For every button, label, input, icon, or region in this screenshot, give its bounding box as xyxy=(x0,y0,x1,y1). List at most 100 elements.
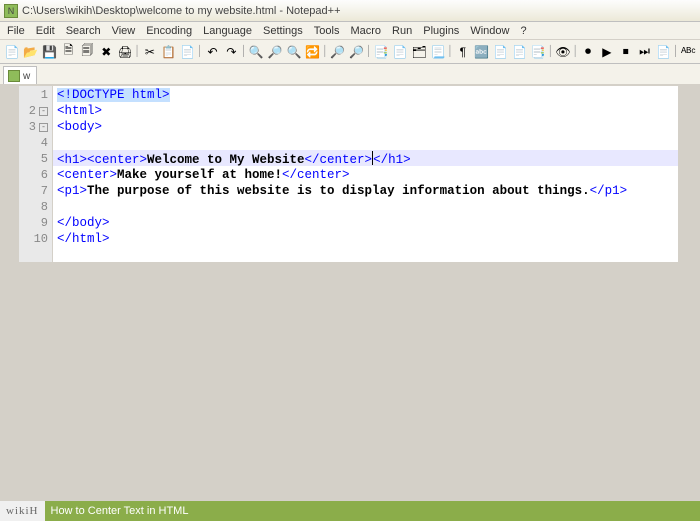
toolbar-button[interactable]: ▶ xyxy=(598,43,616,61)
toolbar-separator: │ xyxy=(135,43,140,61)
menu-item-settings[interactable]: Settings xyxy=(258,24,308,38)
toolbar-button[interactable]: 🔤 xyxy=(473,43,491,61)
menu-item-window[interactable]: Window xyxy=(465,24,514,38)
editor-panel: 12-3-45678910 <!DOCTYPE html><html><body… xyxy=(18,85,679,263)
footer-bar: wikiH How to Center Text in HTML xyxy=(0,501,700,521)
menu-item-plugins[interactable]: Plugins xyxy=(418,24,464,38)
file-icon xyxy=(8,70,20,82)
app-icon: N xyxy=(4,4,18,18)
toolbar-button[interactable]: 📄 xyxy=(655,43,673,61)
code-line[interactable]: <center>Make yourself at home!</center> xyxy=(57,167,674,183)
toolbar: 📄📂💾🗎🗐✖🖨│✂📋📄│↶↷│🔍🔎🔍🔁│🔎🔎│📑📄🗂📃│¶🔤📄📄📑│👁│⏺▶⏹⏭… xyxy=(0,40,700,64)
code-line[interactable]: <html> xyxy=(57,103,674,119)
code-line[interactable]: <p1>The purpose of this website is to di… xyxy=(57,183,674,199)
line-number: 3- xyxy=(19,119,48,135)
toolbar-separator: │ xyxy=(323,43,328,61)
tab-label: w xyxy=(23,71,30,82)
toolbar-button[interactable]: 📄 xyxy=(3,43,21,61)
toolbar-button[interactable]: ¶ xyxy=(454,43,472,61)
toolbar-button[interactable]: 🔎 xyxy=(266,43,284,61)
toolbar-button[interactable]: 📄 xyxy=(510,43,528,61)
code-token: <p1> xyxy=(57,184,87,198)
code-token: Welcome to My Website xyxy=(147,153,305,167)
tab-bar: w xyxy=(0,64,700,84)
code-line[interactable]: <!DOCTYPE html> xyxy=(57,87,674,103)
code-token: <center> xyxy=(57,168,117,182)
code-token: </h1> xyxy=(373,153,411,167)
toolbar-button[interactable]: 🗎 xyxy=(60,43,78,61)
work-area: 12-3-45678910 <!DOCTYPE html><html><body… xyxy=(0,84,700,501)
toolbar-button[interactable]: 🗂 xyxy=(410,43,428,61)
toolbar-button[interactable]: 📄 xyxy=(179,43,197,61)
toolbar-button[interactable]: 🔍 xyxy=(285,43,303,61)
line-number: 4 xyxy=(19,135,48,151)
menu-item-language[interactable]: Language xyxy=(198,24,257,38)
footer-brand: wikiH xyxy=(0,501,45,521)
menu-bar: FileEditSearchViewEncodingLanguageSettin… xyxy=(0,22,700,40)
code-token: The purpose of this website is to displa… xyxy=(87,184,590,198)
toolbar-button[interactable]: ⏺ xyxy=(579,43,597,61)
line-gutter: 12-3-45678910 xyxy=(19,86,53,262)
code-token: </center> xyxy=(305,153,373,167)
menu-item-file[interactable]: File xyxy=(2,24,30,38)
code-line[interactable] xyxy=(57,199,674,215)
window-title: C:\Users\wikih\Desktop\welcome to my web… xyxy=(22,5,341,17)
toolbar-button[interactable]: 🔍 xyxy=(247,43,265,61)
toolbar-separator: │ xyxy=(448,43,453,61)
toolbar-button[interactable]: ᴬᴮᶜ xyxy=(679,43,697,61)
toolbar-button[interactable]: 📋 xyxy=(160,43,178,61)
menu-item-edit[interactable]: Edit xyxy=(31,24,60,38)
menu-item-view[interactable]: View xyxy=(107,24,141,38)
toolbar-separator: │ xyxy=(241,43,246,61)
toolbar-button[interactable]: 📑 xyxy=(529,43,547,61)
toolbar-separator: │ xyxy=(548,43,553,61)
line-number: 8 xyxy=(19,199,48,215)
toolbar-separator: │ xyxy=(673,43,678,61)
file-tab[interactable]: w xyxy=(3,66,37,84)
menu-item-tools[interactable]: Tools xyxy=(309,24,345,38)
menu-item-search[interactable]: Search xyxy=(61,24,106,38)
toolbar-button[interactable]: 🔎 xyxy=(348,43,366,61)
toolbar-button[interactable]: 🔎 xyxy=(329,43,347,61)
code-line[interactable]: </html> xyxy=(57,231,674,247)
menu-item-run[interactable]: Run xyxy=(387,24,417,38)
code-token: Make yourself at home! xyxy=(117,168,282,182)
toolbar-button[interactable]: 📑 xyxy=(372,43,390,61)
toolbar-button[interactable]: 📄 xyxy=(391,43,409,61)
toolbar-button[interactable]: 🗐 xyxy=(78,43,96,61)
code-token: </center> xyxy=(282,168,350,182)
code-token: </html> xyxy=(57,232,110,246)
toolbar-button[interactable]: 💾 xyxy=(41,43,59,61)
toolbar-separator: │ xyxy=(366,43,371,61)
line-number: 1 xyxy=(19,87,48,103)
toolbar-button[interactable]: ↷ xyxy=(222,43,240,61)
code-token: </body> xyxy=(57,216,110,230)
toolbar-button[interactable]: ↶ xyxy=(204,43,222,61)
toolbar-button[interactable]: 👁 xyxy=(554,43,572,61)
code-area[interactable]: <!DOCTYPE html><html><body><h1><center>W… xyxy=(53,86,678,262)
menu-item-macro[interactable]: Macro xyxy=(345,24,386,38)
title-bar: N C:\Users\wikih\Desktop\welcome to my w… xyxy=(0,0,700,22)
toolbar-button[interactable]: ⏹ xyxy=(617,43,635,61)
line-number: 5 xyxy=(19,151,48,167)
code-token: <html> xyxy=(57,104,102,118)
code-line[interactable]: <body> xyxy=(57,119,674,135)
code-line[interactable]: </body> xyxy=(57,215,674,231)
code-line[interactable] xyxy=(57,135,674,151)
toolbar-button[interactable]: ⏭ xyxy=(636,43,654,61)
toolbar-button[interactable]: 🖨 xyxy=(116,43,134,61)
toolbar-button[interactable]: 📂 xyxy=(22,43,40,61)
fold-icon[interactable]: - xyxy=(39,123,48,132)
toolbar-button[interactable]: ✂ xyxy=(141,43,159,61)
code-token: <body> xyxy=(57,120,102,134)
toolbar-button[interactable]: 📃 xyxy=(429,43,447,61)
menu-item-encoding[interactable]: Encoding xyxy=(141,24,197,38)
line-number: 7 xyxy=(19,183,48,199)
toolbar-button[interactable]: 📄 xyxy=(492,43,510,61)
highlight-box: 12-3-45678910 <!DOCTYPE html><html><body… xyxy=(18,85,679,263)
toolbar-button[interactable]: 🔁 xyxy=(304,43,322,61)
fold-icon[interactable]: - xyxy=(39,107,48,116)
toolbar-separator: │ xyxy=(198,43,203,61)
toolbar-button[interactable]: ✖ xyxy=(97,43,115,61)
menu-item-[interactable]: ? xyxy=(515,24,531,38)
